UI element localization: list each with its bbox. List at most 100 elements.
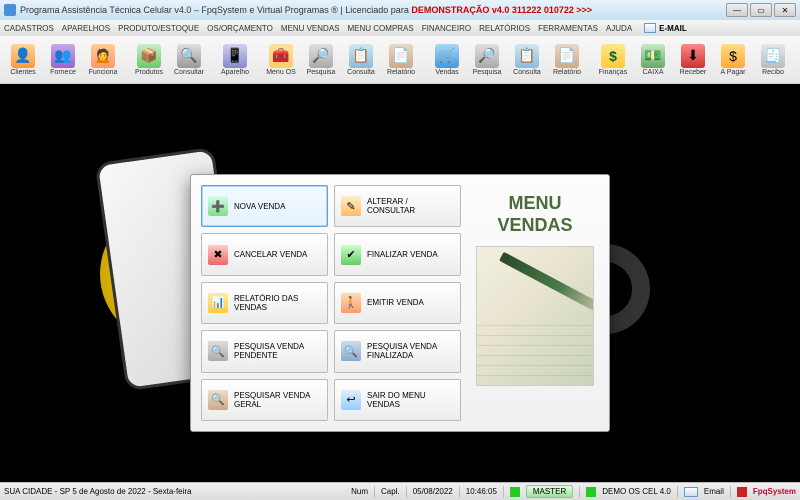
toolbar-caixa[interactable]: 💵CAIXA (634, 38, 672, 82)
dialog-btn-pesquisa-venda-pendente[interactable]: 🔍PESQUISA VENDA PENDENTE (201, 330, 328, 372)
toolbar-consulta[interactable]: 📋Consulta (508, 38, 546, 82)
dialog-btn-sair-do-menu-vendas[interactable]: ↩SAIR DO MENU VENDAS (334, 379, 461, 421)
sair-icon: ↩ (341, 390, 361, 410)
toolbar-relatório[interactable]: 📄Relatório (382, 38, 420, 82)
menuos-icon: 🧰 (269, 44, 293, 68)
consulta-icon: 📋 (349, 44, 373, 68)
menu-os-orçamento[interactable]: OS/ORÇAMENTO (207, 24, 273, 33)
alterar-icon: ✎ (341, 196, 361, 216)
mail-icon (644, 23, 656, 33)
status-indicator-green (510, 487, 520, 497)
fornec-icon: 👥 (51, 44, 75, 68)
status-system: FpqSystem (753, 487, 796, 496)
clientes-icon: 👤 (11, 44, 35, 68)
toolbar-finanças[interactable]: $Finanças (594, 38, 632, 82)
menu-produto-estoque[interactable]: PRODUTO/ESTOQUE (118, 24, 199, 33)
toolbar-relatório[interactable]: 📄Relatório (548, 38, 586, 82)
relatorio-icon: 📄 (555, 44, 579, 68)
toolbar-aparelho[interactable]: 📱Aparelho (216, 38, 254, 82)
toolbar-a-pagar[interactable]: $A Pagar (714, 38, 752, 82)
menu-cadastros[interactable]: CADASTROS (4, 24, 54, 33)
status-time: 10:46:05 (466, 487, 497, 496)
toolbar-funciona[interactable]: 🙍Funciona (84, 38, 122, 82)
dialog-btn-finalizar-venda[interactable]: ✔FINALIZAR VENDA (334, 233, 461, 275)
status-num: Num (351, 487, 368, 496)
menu-relatórios[interactable]: RELATÓRIOS (479, 24, 530, 33)
dialog-buttons-grid: ➕NOVA VENDA✎ALTERAR / CONSULTAR✖CANCELAR… (201, 185, 461, 421)
toolbar-produtos[interactable]: 📦Produtos (130, 38, 168, 82)
toolbar-pesquisa[interactable]: 🔎Pesquisa (302, 38, 340, 82)
status-cap: Capl. (381, 487, 400, 496)
pagar-icon: $ (721, 44, 745, 68)
status-location: SUA CIDADE - SP 5 de Agosto de 2022 - Se… (4, 487, 192, 496)
status-email[interactable]: Email (704, 487, 724, 496)
toolbar-vendas[interactable]: 🛒Vendas (428, 38, 466, 82)
status-demo: DEMO OS CEL 4.0 (602, 487, 671, 496)
dialog-btn-pesquisar-venda-geral[interactable]: 🔍PESQUISAR VENDA GERAL (201, 379, 328, 421)
menu-email[interactable]: E-MAIL (644, 23, 687, 33)
toolbar-consulta[interactable]: 📋Consulta (342, 38, 380, 82)
status-indicator-red (737, 487, 747, 497)
menu-vendas-dialog: ➕NOVA VENDA✎ALTERAR / CONSULTAR✖CANCELAR… (190, 174, 610, 432)
funciona-icon: 🙍 (91, 44, 115, 68)
toolbar-receber[interactable]: ⬇Receber (674, 38, 712, 82)
consulta-icon: 📋 (515, 44, 539, 68)
dialog-btn-emitir-venda[interactable]: 🚶EMITIR VENDA (334, 282, 461, 324)
toolbar-consultar[interactable]: 🔍Consultar (170, 38, 208, 82)
toolbar-pesquisa[interactable]: 🔎Pesquisa (468, 38, 506, 82)
menubar: CADASTROS APARELHOS PRODUTO/ESTOQUE OS/ORÇA… (0, 20, 800, 36)
maximize-button[interactable]: ▭ (750, 3, 772, 17)
financas-icon: $ (601, 44, 625, 68)
rel-icon: 📊 (208, 293, 228, 313)
dialog-side-panel: MENU VENDAS (471, 185, 599, 421)
toolbar-fornece[interactable]: 👥Fornece (44, 38, 82, 82)
finalizar-icon: ✔ (341, 245, 361, 265)
receber-icon: ⬇ (681, 44, 705, 68)
produtos-icon: 📦 (137, 44, 161, 68)
titlebar-text: Programa Assistência Técnica Celular v4.… (20, 5, 726, 15)
pesquisa-icon: 🔎 (475, 44, 499, 68)
close-button[interactable]: ✕ (774, 3, 796, 17)
menu-ajuda[interactable]: AJUDA (606, 24, 632, 33)
mail-icon[interactable] (684, 487, 698, 497)
workspace: ➕NOVA VENDA✎ALTERAR / CONSULTAR✖CANCELAR… (0, 84, 800, 482)
menu-financeiro[interactable]: FINANCEIRO (422, 24, 471, 33)
toolbar: 👤Clientes👥Fornece🙍Funciona📦Produtos🔍Cons… (0, 36, 800, 84)
menu-menu-vendas[interactable]: MENU VENDAS (281, 24, 340, 33)
recibo-icon: 🧾 (761, 44, 785, 68)
vendas-icon: 🛒 (435, 44, 459, 68)
emitir-icon: 🚶 (341, 293, 361, 313)
final-icon: 🔍 (341, 341, 361, 361)
status-indicator-green (586, 487, 596, 497)
consultar-icon: 🔍 (177, 44, 201, 68)
status-master: MASTER (526, 485, 573, 498)
menu-ferramentas[interactable]: FERRAMENTAS (538, 24, 598, 33)
toolbar-menu-os[interactable]: 🧰Menu OS (262, 38, 300, 82)
toolbar-recibo[interactable]: 🧾Recibo (754, 38, 792, 82)
menu-aparelhos[interactable]: APARELHOS (62, 24, 110, 33)
dialog-btn-alterar-consultar[interactable]: ✎ALTERAR / CONSULTAR (334, 185, 461, 227)
menu-menu-compras[interactable]: MENU COMPRAS (348, 24, 414, 33)
dialog-btn-relatório-das-vendas[interactable]: 📊RELATÓRIO DAS VENDAS (201, 282, 328, 324)
dialog-image (476, 246, 594, 386)
toolbar-clientes[interactable]: 👤Clientes (4, 38, 42, 82)
window-controls: — ▭ ✕ (726, 3, 796, 17)
statusbar: SUA CIDADE - SP 5 de Agosto de 2022 - Se… (0, 482, 800, 500)
dialog-btn-nova-venda[interactable]: ➕NOVA VENDA (201, 185, 328, 227)
cancelar-icon: ✖ (208, 245, 228, 265)
app-icon (4, 4, 16, 16)
titlebar: Programa Assistência Técnica Celular v4.… (0, 0, 800, 20)
status-date: 05/08/2022 (413, 487, 453, 496)
caixa-icon: 💵 (641, 44, 665, 68)
pend-icon: 🔍 (208, 341, 228, 361)
nova-icon: ➕ (208, 196, 228, 216)
dialog-btn-cancelar-venda[interactable]: ✖CANCELAR VENDA (201, 233, 328, 275)
dialog-btn-pesquisa-venda-finalizada[interactable]: 🔍PESQUISA VENDA FINALIZADA (334, 330, 461, 372)
dialog-title: MENU VENDAS (497, 193, 572, 236)
relatorio-icon: 📄 (389, 44, 413, 68)
pesquisa-icon: 🔎 (309, 44, 333, 68)
minimize-button[interactable]: — (726, 3, 748, 17)
aparelho-icon: 📱 (223, 44, 247, 68)
geral-icon: 🔍 (208, 390, 228, 410)
pen-icon (499, 252, 594, 312)
